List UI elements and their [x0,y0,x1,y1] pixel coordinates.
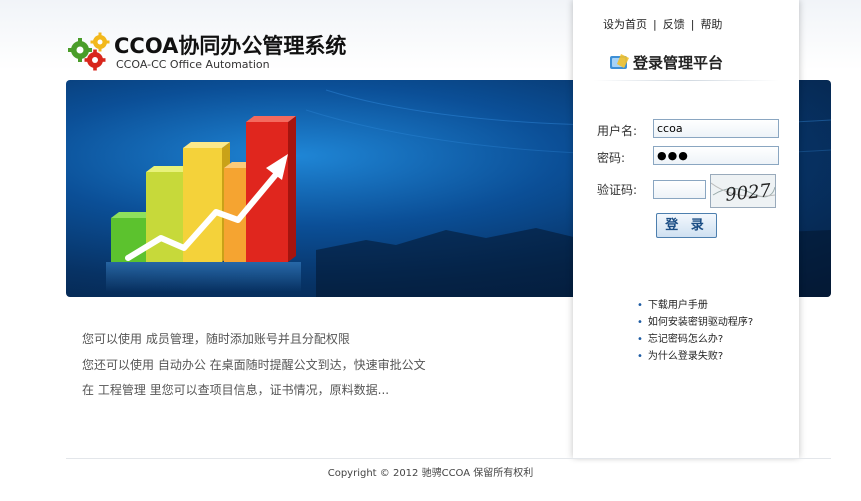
separator: | [653,18,657,31]
login-button[interactable]: 登 录 [656,213,717,238]
forgot-password-link[interactable]: 忘记密码怎么办? [637,331,753,348]
login-failed-link[interactable]: 为什么登录失败? [637,348,753,365]
divider [593,80,779,81]
app-title: CCOA协同办公管理系统 [114,34,347,58]
login-panel: 设为首页 | 反馈 | 帮助 登录管理平台 用户名: ccoa 密码: ●●● 验证码:… [573,0,799,458]
feature-line-3: 在 工程管理 里您可以查项目信息，证书情况，原料数据... [82,383,390,397]
top-links: 设为首页 | 反馈 | 帮助 [603,16,722,32]
help-links: 下载用户手册 如何安装密钥驱动程序? 忘记密码怎么办? 为什么登录失败? [637,297,753,365]
copyright: Copyright © 2012 驰骋CCOA 保留所有权利 [327,468,534,479]
download-manual-link[interactable]: 下载用户手册 [637,297,753,314]
password-input[interactable]: ●●● [653,146,779,165]
logo: CCOA协同办公管理系统 CCOA-CC Office Automation [68,30,368,74]
bar-red [246,122,288,262]
captcha-image[interactable]: 9027 [710,174,776,208]
password-label: 密码: [597,151,626,165]
login-card-icon [610,54,629,69]
panel-title: 登录管理平台 [609,50,789,78]
captcha-input[interactable] [653,180,706,199]
feedback-link[interactable]: 反馈 [663,18,685,31]
gears-logo-icon [68,32,110,71]
app-subtitle: CCOA-CC Office Automation [116,58,270,71]
feature-line-1: 您可以使用 成员管理，随时添加账号并且分配权限 [82,332,350,346]
captcha-label: 验证码: [597,183,638,197]
panel-title-text: 登录管理平台 [633,54,724,72]
username-input[interactable]: ccoa [653,119,779,138]
captcha-text: 9027 [724,180,772,206]
feature-line-2: 您还可以使用 自动办公 在桌面随时提醒公文到达，快速审批公文 [82,358,426,372]
set-homepage-link[interactable]: 设为首页 [603,18,647,31]
footer-divider [66,458,831,459]
install-driver-link[interactable]: 如何安装密钥驱动程序? [637,314,753,331]
separator: | [690,18,695,31]
username-label: 用户名: [597,124,638,138]
help-link[interactable]: 帮助 [700,18,722,31]
